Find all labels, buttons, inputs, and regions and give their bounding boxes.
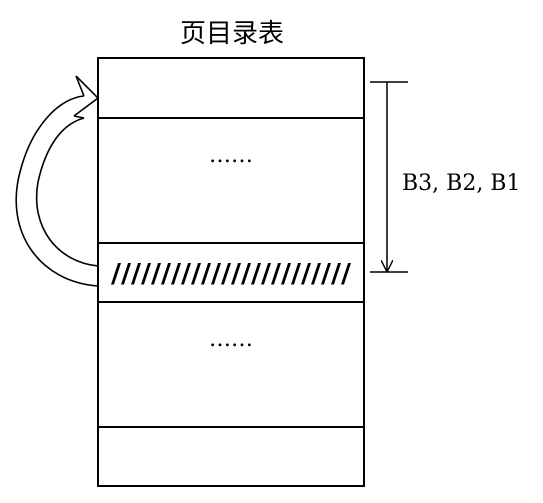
curved-arrow-icon xyxy=(15,75,100,287)
row-hatched: //////////////////////// xyxy=(111,259,352,289)
row-dots-upper: …… xyxy=(209,143,253,168)
page-directory-diagram: 页目录表 …… //////////////////////// …… B3, … xyxy=(15,19,520,487)
span-label: B3, B2, B1 xyxy=(402,171,520,196)
row-dots-lower: …… xyxy=(209,327,253,352)
diagram-title: 页目录表 xyxy=(180,19,284,49)
